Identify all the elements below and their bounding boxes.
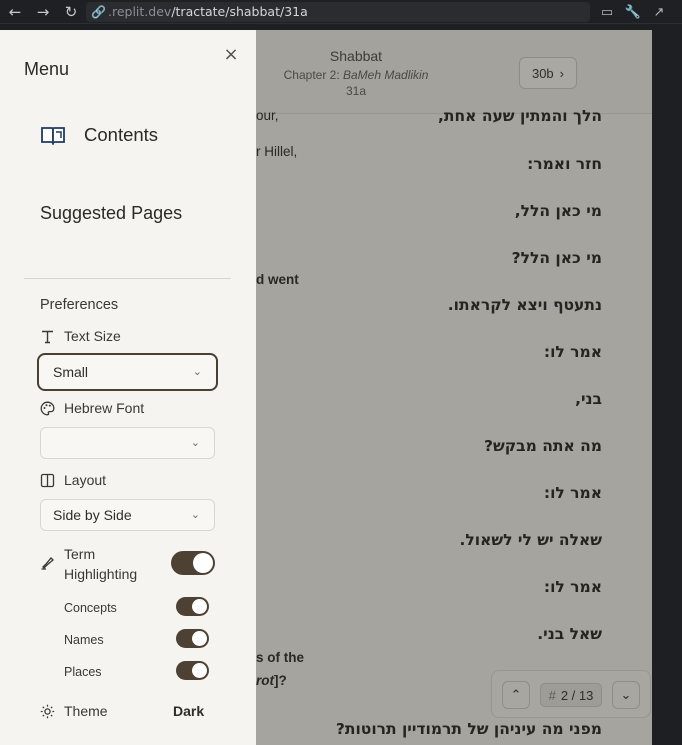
browser-toolbar: ← → ↻ 🔗 .replit.dev/tractate/shabbat/31a… [0,0,682,24]
hebrew-line: אמר לו: [543,343,602,361]
chapter-subtitle: Chapter 2: BaMeh Madlikin [250,68,462,82]
english-fragment: d went [256,272,299,287]
forward-arrow-icon[interactable]: → [30,0,56,24]
menu-title: Menu [24,59,70,79]
devices-icon[interactable]: ▭ [596,0,618,24]
english-italic: rot [256,673,274,688]
chevron-down-icon: ⌄ [190,508,200,521]
toggle-knob [192,663,207,678]
hebrew-line: חזר ואמר: [527,155,602,173]
toggle-knob [192,631,207,646]
page-number: 31a [345,84,367,98]
concepts-toggle[interactable] [176,597,209,616]
english-end: ]? [274,673,287,688]
contents-label: Contents [84,124,159,145]
hebrew-line: אמר לו: [543,578,602,596]
close-icon[interactable]: × [222,44,240,65]
page-counter[interactable]: # 2 / 13 [540,683,602,707]
link-icon: 🔗 [91,5,106,19]
chevron-up-icon[interactable]: ⌃ [502,681,530,709]
english-fragment: our, [256,108,279,123]
text-size-label: Text Size [64,328,121,344]
highlighter-icon [41,557,54,570]
url-domain: .replit.dev [108,4,172,19]
palette-icon [40,401,55,415]
tractate-title: Shabbat [329,48,383,64]
reload-icon[interactable]: ↻ [58,0,84,24]
page-counter-label: 2 / 13 [560,687,594,703]
page-navigator: ⌃ # 2 / 13 ⌄ [491,670,651,718]
hebrew-line: אמר לו: [543,484,602,502]
text-size-icon [42,330,53,343]
wrench-icon[interactable]: 🔧 [622,0,644,24]
hebrew-font-row: Hebrew Font [40,400,144,416]
concepts-label: Concepts [64,601,117,615]
contents-link[interactable]: Contents [40,120,158,150]
scrollbar-track[interactable] [652,30,682,745]
hebrew-line: מי כאן הלל, [514,202,602,220]
chevron-down-icon: ⌄ [192,365,202,378]
text-size-row: Text Size [40,328,121,344]
book-icon [41,127,65,145]
columns-icon [40,473,55,487]
url-path: /tractate/shabbat/31a [171,4,308,19]
term-highlighting-label: Term Highlighting [64,544,137,584]
theme-row: Theme [40,703,108,719]
hebrew-line: מפני מה עיניהן של תרמודיין תרוטות? [335,720,602,738]
theme-label: Theme [64,703,108,719]
layout-select[interactable]: Side by Side ⌄ [40,499,215,531]
hebrew-font-select[interactable]: ⌄ [40,427,215,459]
hash-icon: # [548,687,556,703]
chevron-right-icon: › [559,65,565,81]
preferences-heading: Preferences [40,297,119,313]
hebrew-line: שאלה יש לי לשאול. [459,531,602,549]
menu-panel: Menu × Contents Suggested Pages Preferen… [0,30,256,745]
hebrew-line: שאל בני. [537,625,602,643]
layout-value: Side by Side [53,507,132,523]
next-page-label: 30b [531,65,554,81]
text-size-value: Small [53,364,89,380]
hebrew-line: מה אתה מבקש? [483,437,602,455]
term-highlighting-line1: Term [64,546,96,562]
english-fragment: r Hillel, [256,144,298,159]
english-fragment: s of the [256,650,305,665]
hebrew-line: בני, [575,390,602,408]
hebrew-line: הלך והמתין שעה אחת, [438,107,602,125]
hebrew-line: נתעטף ויצא לקראתו. [447,296,602,314]
suggested-pages-link[interactable]: Suggested Pages [40,203,182,224]
toggle-knob [193,553,213,573]
address-bar[interactable]: 🔗 .replit.dev/tractate/shabbat/31a [86,2,590,22]
theme-toggle-button[interactable]: Dark [173,703,204,719]
chapter-name: BaMeh Madlikin [343,68,429,82]
places-toggle[interactable] [176,661,209,680]
places-label: Places [64,665,102,679]
layout-row: Layout [40,472,106,488]
next-page-button[interactable]: 30b › [519,57,577,89]
names-toggle[interactable] [176,629,209,648]
text-size-select[interactable]: Small ⌄ [37,353,218,391]
names-label: Names [64,633,104,647]
chapter-prefix: Chapter 2: [283,68,343,82]
sun-icon [40,704,55,718]
chevron-down-icon[interactable]: ⌄ [612,681,640,709]
toggle-knob [192,599,207,614]
open-external-icon[interactable]: ↗ [648,0,670,24]
back-arrow-icon[interactable]: ← [2,0,28,24]
hebrew-font-label: Hebrew Font [64,400,145,416]
layout-label: Layout [64,472,107,488]
term-highlighting-line2: Highlighting [64,566,138,582]
english-fragment: rot]? [256,673,287,688]
hebrew-line: מי כאן הלל? [511,249,602,267]
term-highlighting-toggle[interactable] [171,551,215,575]
menu-divider [24,278,231,279]
chevron-down-icon: ⌄ [190,436,200,449]
